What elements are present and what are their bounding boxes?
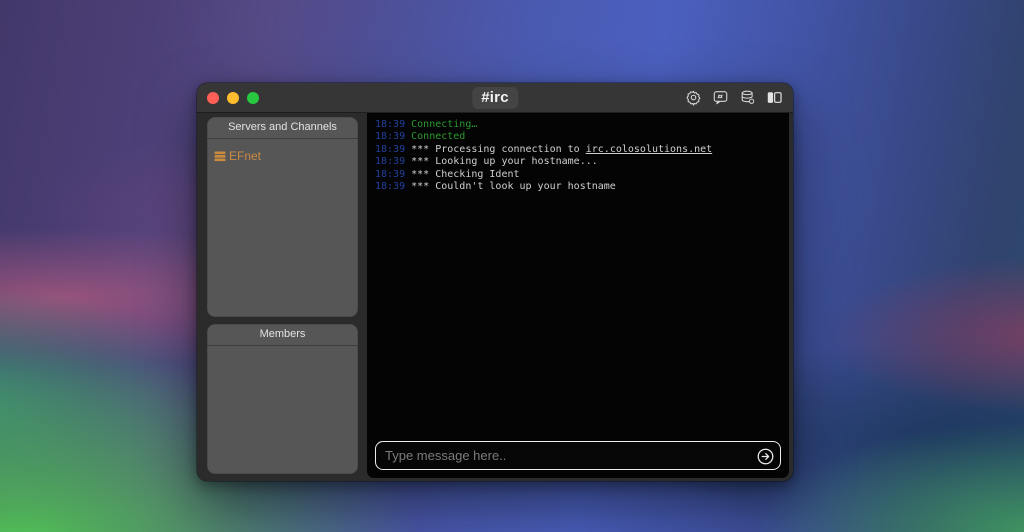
desktop-wallpaper: #irc Servers and Channels EFnet Members …	[0, 0, 1024, 532]
zoom-button[interactable]	[247, 91, 259, 104]
chat-timestamp: 18:39	[375, 181, 406, 193]
sidebar: Servers and Channels EFnet Members	[197, 113, 367, 481]
window-title: #irc	[472, 86, 518, 109]
servers-panel-header: Servers and Channels	[207, 117, 358, 139]
chat-line: 18:39 Connecting…	[375, 119, 781, 131]
minimize-button[interactable]	[227, 91, 239, 104]
chat-line: 18:39 *** Processing connection to irc.c…	[375, 144, 781, 156]
chat-timestamp: 18:39	[375, 143, 406, 155]
chat-area: 18:39 Connecting… 18:39 Connected 18:39 **…	[367, 113, 789, 478]
sidebar-layout-toggle-icon[interactable]	[765, 89, 783, 107]
members-panel-header: Members	[207, 324, 358, 346]
chat-timestamp: 18:39	[375, 156, 406, 168]
server-item[interactable]: EFnet	[207, 139, 358, 167]
toolbar	[684, 89, 783, 107]
send-arrow-icon	[757, 448, 774, 464]
chat-timestamp: 18:39	[375, 168, 406, 180]
send-button[interactable]	[756, 447, 775, 466]
chat-message: *** Looking up your hostname...	[405, 156, 598, 168]
chat-message: *** Checking Ident	[405, 168, 520, 180]
server-database-icon[interactable]	[738, 89, 756, 107]
chat-message: Connected	[405, 131, 466, 143]
server-stack-icon	[214, 151, 226, 161]
chat-line: 18:39 Connected	[375, 131, 781, 143]
settings-gear-icon[interactable]	[684, 89, 702, 107]
composer	[367, 434, 789, 478]
close-button[interactable]	[207, 91, 219, 104]
chat-message: Connecting…	[405, 119, 478, 130]
chat-line: 18:39 *** Looking up your hostname...	[375, 156, 781, 168]
servers-list: EFnet	[207, 139, 358, 167]
servers-panel: Servers and Channels EFnet	[207, 117, 358, 317]
chat-timestamp: 18:39	[375, 119, 406, 130]
traffic-lights	[207, 91, 259, 104]
chat-message: *** Processing connection to	[405, 143, 586, 155]
window-body: Servers and Channels EFnet Members 18:39…	[197, 113, 793, 481]
server-item-label: EFnet	[229, 149, 262, 163]
chat-log: 18:39 Connecting… 18:39 Connected 18:39 **…	[367, 113, 789, 434]
window-titlebar: #irc	[197, 83, 793, 113]
server-hostname-link[interactable]: irc.colosolutions.net	[586, 144, 712, 155]
irc-app-window: #irc Servers and Channels EFnet Members …	[197, 83, 793, 481]
chat-message: *** Couldn't look up your hostname	[405, 181, 616, 193]
message-input[interactable]	[375, 441, 781, 470]
chat-timestamp: 18:39	[375, 131, 406, 143]
chat-line: 18:39 *** Checking Ident	[375, 169, 781, 181]
members-panel: Members	[207, 324, 358, 474]
channel-hash-bubble-icon[interactable]	[711, 89, 729, 107]
chat-line: 18:39 *** Couldn't look up your hostname	[375, 181, 781, 193]
